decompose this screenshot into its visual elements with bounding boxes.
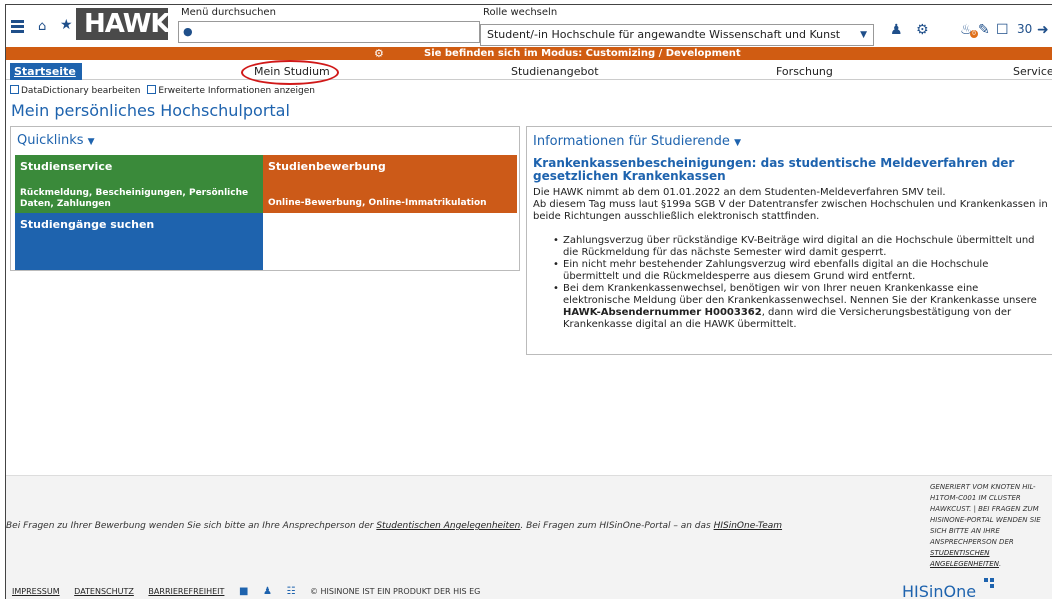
book-icon[interactable]: ■ [239,586,248,597]
extended-info-label[interactable]: Erweiterte Informationen anzeigen [158,86,315,96]
info-panel: Informationen für Studierende ▼ Krankenk… [526,126,1052,355]
highlight-circle [241,60,339,85]
info-heading-text: Informationen für Studierende [533,134,730,149]
extended-info-checkbox[interactable] [147,85,157,94]
sitemap-icon[interactable]: ☷ [286,586,295,597]
info-bullet: Ein nicht mehr bestehender Zahlungsverzu… [553,259,1045,283]
tile-studienbewerbung[interactable]: Studienbewerbung Online-Bewerbung, Onlin… [263,155,517,213]
accessibility-icon[interactable]: ♟ [263,586,272,597]
bullet-text: Bei dem Krankenkassenwechsel, benötigen … [563,283,1037,306]
node-info: Generiert vom Knoten hil-h1tom-c001 im C… [930,482,1052,570]
role-select[interactable]: Student/-in Hochschule für angewandte Wi… [480,24,874,46]
sender-number: HAWK-Absendernummer H0003362 [563,307,762,318]
user-icon[interactable]: ♟ [890,22,903,38]
chevron-down-icon: ▼ [860,30,867,40]
page-title: Mein persönliches Hochschulportal [11,101,290,120]
chevron-down-icon: ▼ [734,138,741,148]
datadictionary-label[interactable]: DataDictionary bearbeiten [21,86,141,96]
footer-text: . Bei Fragen zum HISinOne-Portal – an da… [520,521,714,531]
footer-links: Impressum Datenschutz Barrierefreiheit ■… [12,586,480,597]
nav-studienangebot[interactable]: Studienangebot [511,63,599,80]
role-label: Rolle wechseln [483,7,558,18]
hisinone-team-link[interactable]: HISinOne-Team [714,521,782,531]
tile-studienservice[interactable]: Studienservice Rückmeldung, Bescheinigun… [15,155,263,213]
nav-service[interactable]: Service [1013,63,1052,80]
info-bullets: Zahlungsverzug über rückständige KV-Beit… [553,235,1045,331]
header: ⌂ ★ HAWK Menü durchsuchen ● Rolle wechse… [6,5,1052,47]
datenschutz-link[interactable]: Datenschutz [74,587,134,596]
quicklinks-title: Quicklinks [17,133,84,148]
studentische-angelegenheiten-link[interactable]: Studentischen Angelegenheiten [930,549,999,568]
gear-icon[interactable]: ⚙ [916,22,929,38]
app-frame: ⌂ ★ HAWK Menü durchsuchen ● Rolle wechse… [5,4,1052,599]
star-icon[interactable]: ★ [60,17,73,33]
impressum-link[interactable]: Impressum [12,587,60,596]
role-value: Student/-in Hochschule für angewandte Wi… [487,28,841,41]
gear-icon[interactable]: ⚙ [374,47,384,60]
pencil-icon[interactable]: ✎ [978,22,990,38]
search-label: Menü durchsuchen [181,7,276,18]
banner-text: Sie befinden sich im Modus: Customizing … [424,48,741,59]
hisinone-logo: HISinOne [902,578,994,599]
brand-text: HISinOne [902,582,977,599]
node-info-end: . [998,560,1002,568]
tile-title: Studiengänge suchen [20,218,155,231]
page-options: DataDictionary bearbeiten Erweiterte Inf… [10,85,315,96]
tile-title: Studienbewerbung [268,160,386,173]
nav-forschung[interactable]: Forschung [776,63,833,80]
barrierefreiheit-link[interactable]: Barrierefreiheit [148,587,224,596]
menu-icon[interactable] [11,20,24,33]
copyright: © HISinOne ist ein Produkt der HIS eG [310,587,481,596]
quicklinks-panel: Quicklinks ▼ Studienservice Rückmeldung,… [10,126,520,271]
info-heading[interactable]: Informationen für Studierende ▼ [533,134,741,149]
tile-subtitle: Online-Bewerbung, Online-Immatrikulation [268,198,487,208]
tile-studiengaenge-suchen[interactable]: Studiengänge suchen [15,213,263,270]
info-paragraph: Die HAWK nimmt ab dem 01.01.2022 an dem … [533,187,946,198]
hawk-logo[interactable]: HAWK [76,8,171,40]
main-nav: Startseite Mein Studium Studienangebot F… [6,63,1052,80]
info-body: Die HAWK nimmt ab dem 01.01.2022 an dem … [533,187,1048,223]
session-counter: 30 [1017,22,1033,36]
info-title: Krankenkassenbescheinigungen: das studen… [533,156,1015,183]
nav-startseite[interactable]: Startseite [10,63,82,80]
notification-badge: 0 [970,30,978,38]
customizing-banner: ⚙ Sie befinden sich im Modus: Customizin… [6,47,1052,60]
footer-text: Bei Fragen zu Ihrer Bewerbung wenden Sie… [6,521,377,531]
studentische-angelegenheiten-link[interactable]: Studentischen Angelegenheiten [376,521,520,531]
tile-title: Studienservice [20,160,113,173]
info-paragraph: Ab diesem Tag muss laut §199a SGB V der … [533,199,1048,222]
footer-help-text: Bei Fragen zu Ihrer Bewerbung wenden Sie… [6,521,782,531]
search-input[interactable]: ● [178,21,480,43]
search-icon: ● [183,25,193,38]
chevron-down-icon: ▼ [87,137,95,147]
tile-subtitle: Rückmeldung, Bescheinigungen, Persönlich… [20,188,249,209]
node-info-text: Generiert vom Knoten hil-h1tom-c001 im C… [930,483,1041,546]
datadictionary-checkbox[interactable] [10,85,19,94]
logout-icon[interactable]: ➜ [1037,22,1049,38]
quicklinks-heading[interactable]: Quicklinks ▼ [17,133,95,148]
home-icon[interactable]: ⌂ [38,19,46,34]
footer: Bei Fragen zu Ihrer Bewerbung wenden Sie… [6,475,1052,599]
window-icon[interactable]: ☐ [996,22,1009,38]
info-bullet: Bei dem Krankenkassenwechsel, benötigen … [553,283,1045,331]
info-bullet: Zahlungsverzug über rückständige KV-Beit… [553,235,1045,259]
